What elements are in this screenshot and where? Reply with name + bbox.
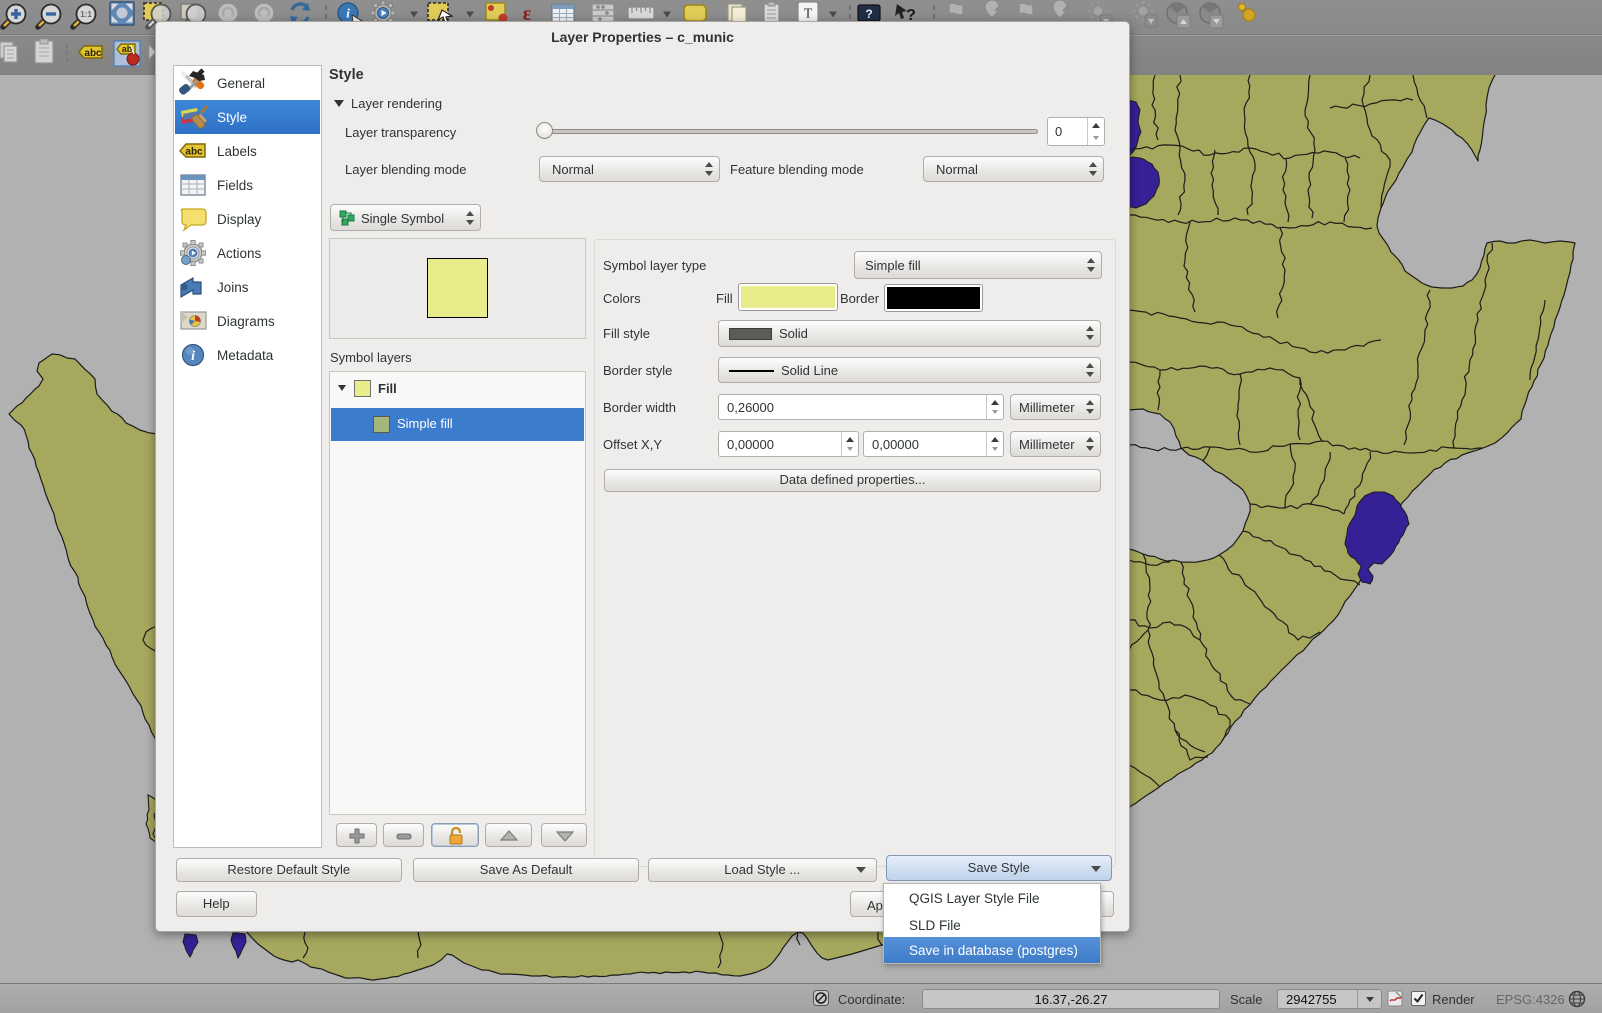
- svg-text:abc: abc: [84, 48, 102, 59]
- svg-text:abc: abc: [185, 146, 203, 157]
- svg-text:i: i: [346, 6, 350, 21]
- svg-text:?: ?: [865, 7, 872, 21]
- svg-text:T: T: [804, 7, 813, 22]
- svg-text:1:1: 1:1: [80, 10, 92, 19]
- svg-text:i: i: [191, 349, 195, 364]
